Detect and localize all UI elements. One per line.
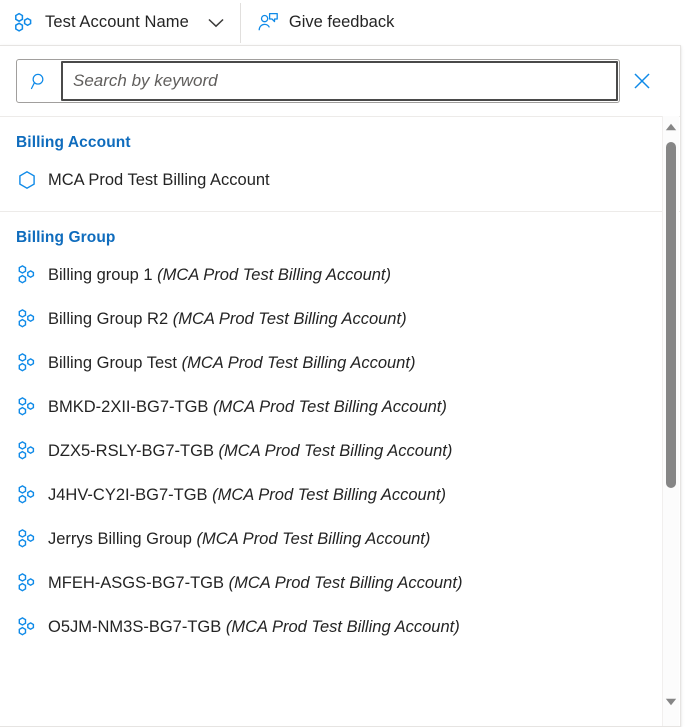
list-item-name: MCA Prod Test Billing Account xyxy=(48,170,270,189)
search-row xyxy=(16,59,664,103)
search-box[interactable] xyxy=(16,59,620,103)
search-icon-button[interactable] xyxy=(17,60,61,102)
top-command-bar: Test Account Name Give feedback xyxy=(0,0,697,45)
billing-group-hexagons-icon xyxy=(16,616,38,638)
search-input[interactable] xyxy=(61,61,618,101)
result-group-header: Billing Account xyxy=(16,134,131,151)
search-results-list: Billing Account MCA Prod Test Billing Acc… xyxy=(0,116,680,726)
list-item-name: O5JM-NM3S-BG7-TGB xyxy=(48,617,222,636)
list-item[interactable]: BMKD-2XII-BG7-TGB (MCA Prod Test Billing… xyxy=(0,385,680,429)
list-item-name: Billing group 1 xyxy=(48,265,153,284)
search-flyout-panel: Billing Account MCA Prod Test Billing Acc… xyxy=(0,45,681,727)
list-item-label: MCA Prod Test Billing Account xyxy=(48,171,270,190)
give-feedback-button[interactable]: Give feedback xyxy=(241,0,406,45)
results-scrollbar[interactable] xyxy=(662,116,679,726)
list-item-label: BMKD-2XII-BG7-TGB (MCA Prod Test Billing… xyxy=(48,398,447,417)
list-item-parent: (MCA Prod Test Billing Account) xyxy=(168,309,407,328)
list-item[interactable]: Billing Group R2 (MCA Prod Test Billing … xyxy=(0,297,680,341)
result-group-header: Billing Group xyxy=(16,229,116,246)
billing-group-hexagons-icon xyxy=(16,396,38,418)
result-group: Billing Account MCA Prod Test Billing Acc… xyxy=(0,116,680,211)
list-item-label: Billing Group Test (MCA Prod Test Billin… xyxy=(48,354,415,373)
result-group-body: MCA Prod Test Billing Account xyxy=(0,158,680,211)
clear-search-button[interactable] xyxy=(620,59,664,103)
close-icon xyxy=(632,71,652,91)
hexagon-icon xyxy=(16,169,38,191)
list-item[interactable]: J4HV-CY2I-BG7-TGB (MCA Prod Test Billing… xyxy=(0,473,680,517)
list-item[interactable]: Jerrys Billing Group (MCA Prod Test Bill… xyxy=(0,517,680,561)
account-selector-button[interactable]: Test Account Name xyxy=(0,0,237,45)
result-group: Billing Group Billing group 1 (MCA Prod T… xyxy=(0,211,680,658)
give-feedback-label: Give feedback xyxy=(288,13,395,31)
list-item-label: Billing group 1 (MCA Prod Test Billing A… xyxy=(48,266,391,285)
list-item-name: MFEH-ASGS-BG7-TGB xyxy=(48,573,225,592)
billing-group-hexagons-icon xyxy=(12,11,36,35)
list-item-label: MFEH-ASGS-BG7-TGB (MCA Prod Test Billing… xyxy=(48,574,462,593)
billing-group-hexagons-icon xyxy=(16,352,38,374)
list-item[interactable]: MFEH-ASGS-BG7-TGB (MCA Prod Test Billing… xyxy=(0,561,680,605)
list-item-label: O5JM-NM3S-BG7-TGB (MCA Prod Test Billing… xyxy=(48,618,460,637)
list-item-name: Billing Group Test xyxy=(48,353,178,372)
result-group-body: Billing group 1 (MCA Prod Test Billing A… xyxy=(0,253,680,658)
list-item-name: DZX5-RSLY-BG7-TGB xyxy=(48,441,214,460)
search-icon xyxy=(30,72,49,91)
list-item[interactable]: Billing group 1 (MCA Prod Test Billing A… xyxy=(0,253,680,297)
billing-group-hexagons-icon xyxy=(16,440,38,462)
list-item-name: J4HV-CY2I-BG7-TGB xyxy=(48,485,208,504)
list-item-parent: (MCA Prod Test Billing Account) xyxy=(208,397,447,416)
caret-down-icon xyxy=(665,698,677,706)
list-item-label: Billing Group R2 (MCA Prod Test Billing … xyxy=(48,310,407,329)
scrollbar-down-button[interactable] xyxy=(663,693,679,710)
list-item-parent: (MCA Prod Test Billing Account) xyxy=(221,617,460,636)
list-item-parent: (MCA Prod Test Billing Account) xyxy=(224,573,463,592)
list-item[interactable]: MCA Prod Test Billing Account xyxy=(0,158,680,202)
list-item-name: Jerrys Billing Group xyxy=(48,529,192,548)
list-item[interactable]: DZX5-RSLY-BG7-TGB (MCA Prod Test Billing… xyxy=(0,429,680,473)
scrollbar-thumb[interactable] xyxy=(666,142,676,488)
chevron-down-icon[interactable] xyxy=(205,12,227,34)
billing-group-hexagons-icon xyxy=(16,572,38,594)
list-item-parent: (MCA Prod Test Billing Account) xyxy=(213,441,453,460)
billing-group-hexagons-icon xyxy=(16,528,38,550)
list-item-label: DZX5-RSLY-BG7-TGB (MCA Prod Test Billing… xyxy=(48,442,452,461)
list-item-label: J4HV-CY2I-BG7-TGB (MCA Prod Test Billing… xyxy=(48,486,446,505)
scrollbar-up-button[interactable] xyxy=(663,118,679,135)
billing-group-hexagons-icon xyxy=(16,264,38,286)
list-item[interactable]: Billing Group Test (MCA Prod Test Billin… xyxy=(0,341,680,385)
list-item-parent: (MCA Prod Test Billing Account) xyxy=(177,353,416,372)
list-item[interactable]: O5JM-NM3S-BG7-TGB (MCA Prod Test Billing… xyxy=(0,605,680,649)
list-item-parent: (MCA Prod Test Billing Account) xyxy=(152,265,391,284)
billing-group-hexagons-icon xyxy=(16,484,38,506)
list-item-parent: (MCA Prod Test Billing Account) xyxy=(207,485,446,504)
list-item-name: BMKD-2XII-BG7-TGB xyxy=(48,397,209,416)
list-item-label: Jerrys Billing Group (MCA Prod Test Bill… xyxy=(48,530,430,549)
list-item-parent: (MCA Prod Test Billing Account) xyxy=(191,529,431,548)
billing-group-hexagons-icon xyxy=(16,308,38,330)
person-feedback-icon xyxy=(257,12,279,34)
caret-up-icon xyxy=(665,123,677,131)
list-item-name: Billing Group R2 xyxy=(48,309,169,328)
account-name-label: Test Account Name xyxy=(45,13,189,31)
